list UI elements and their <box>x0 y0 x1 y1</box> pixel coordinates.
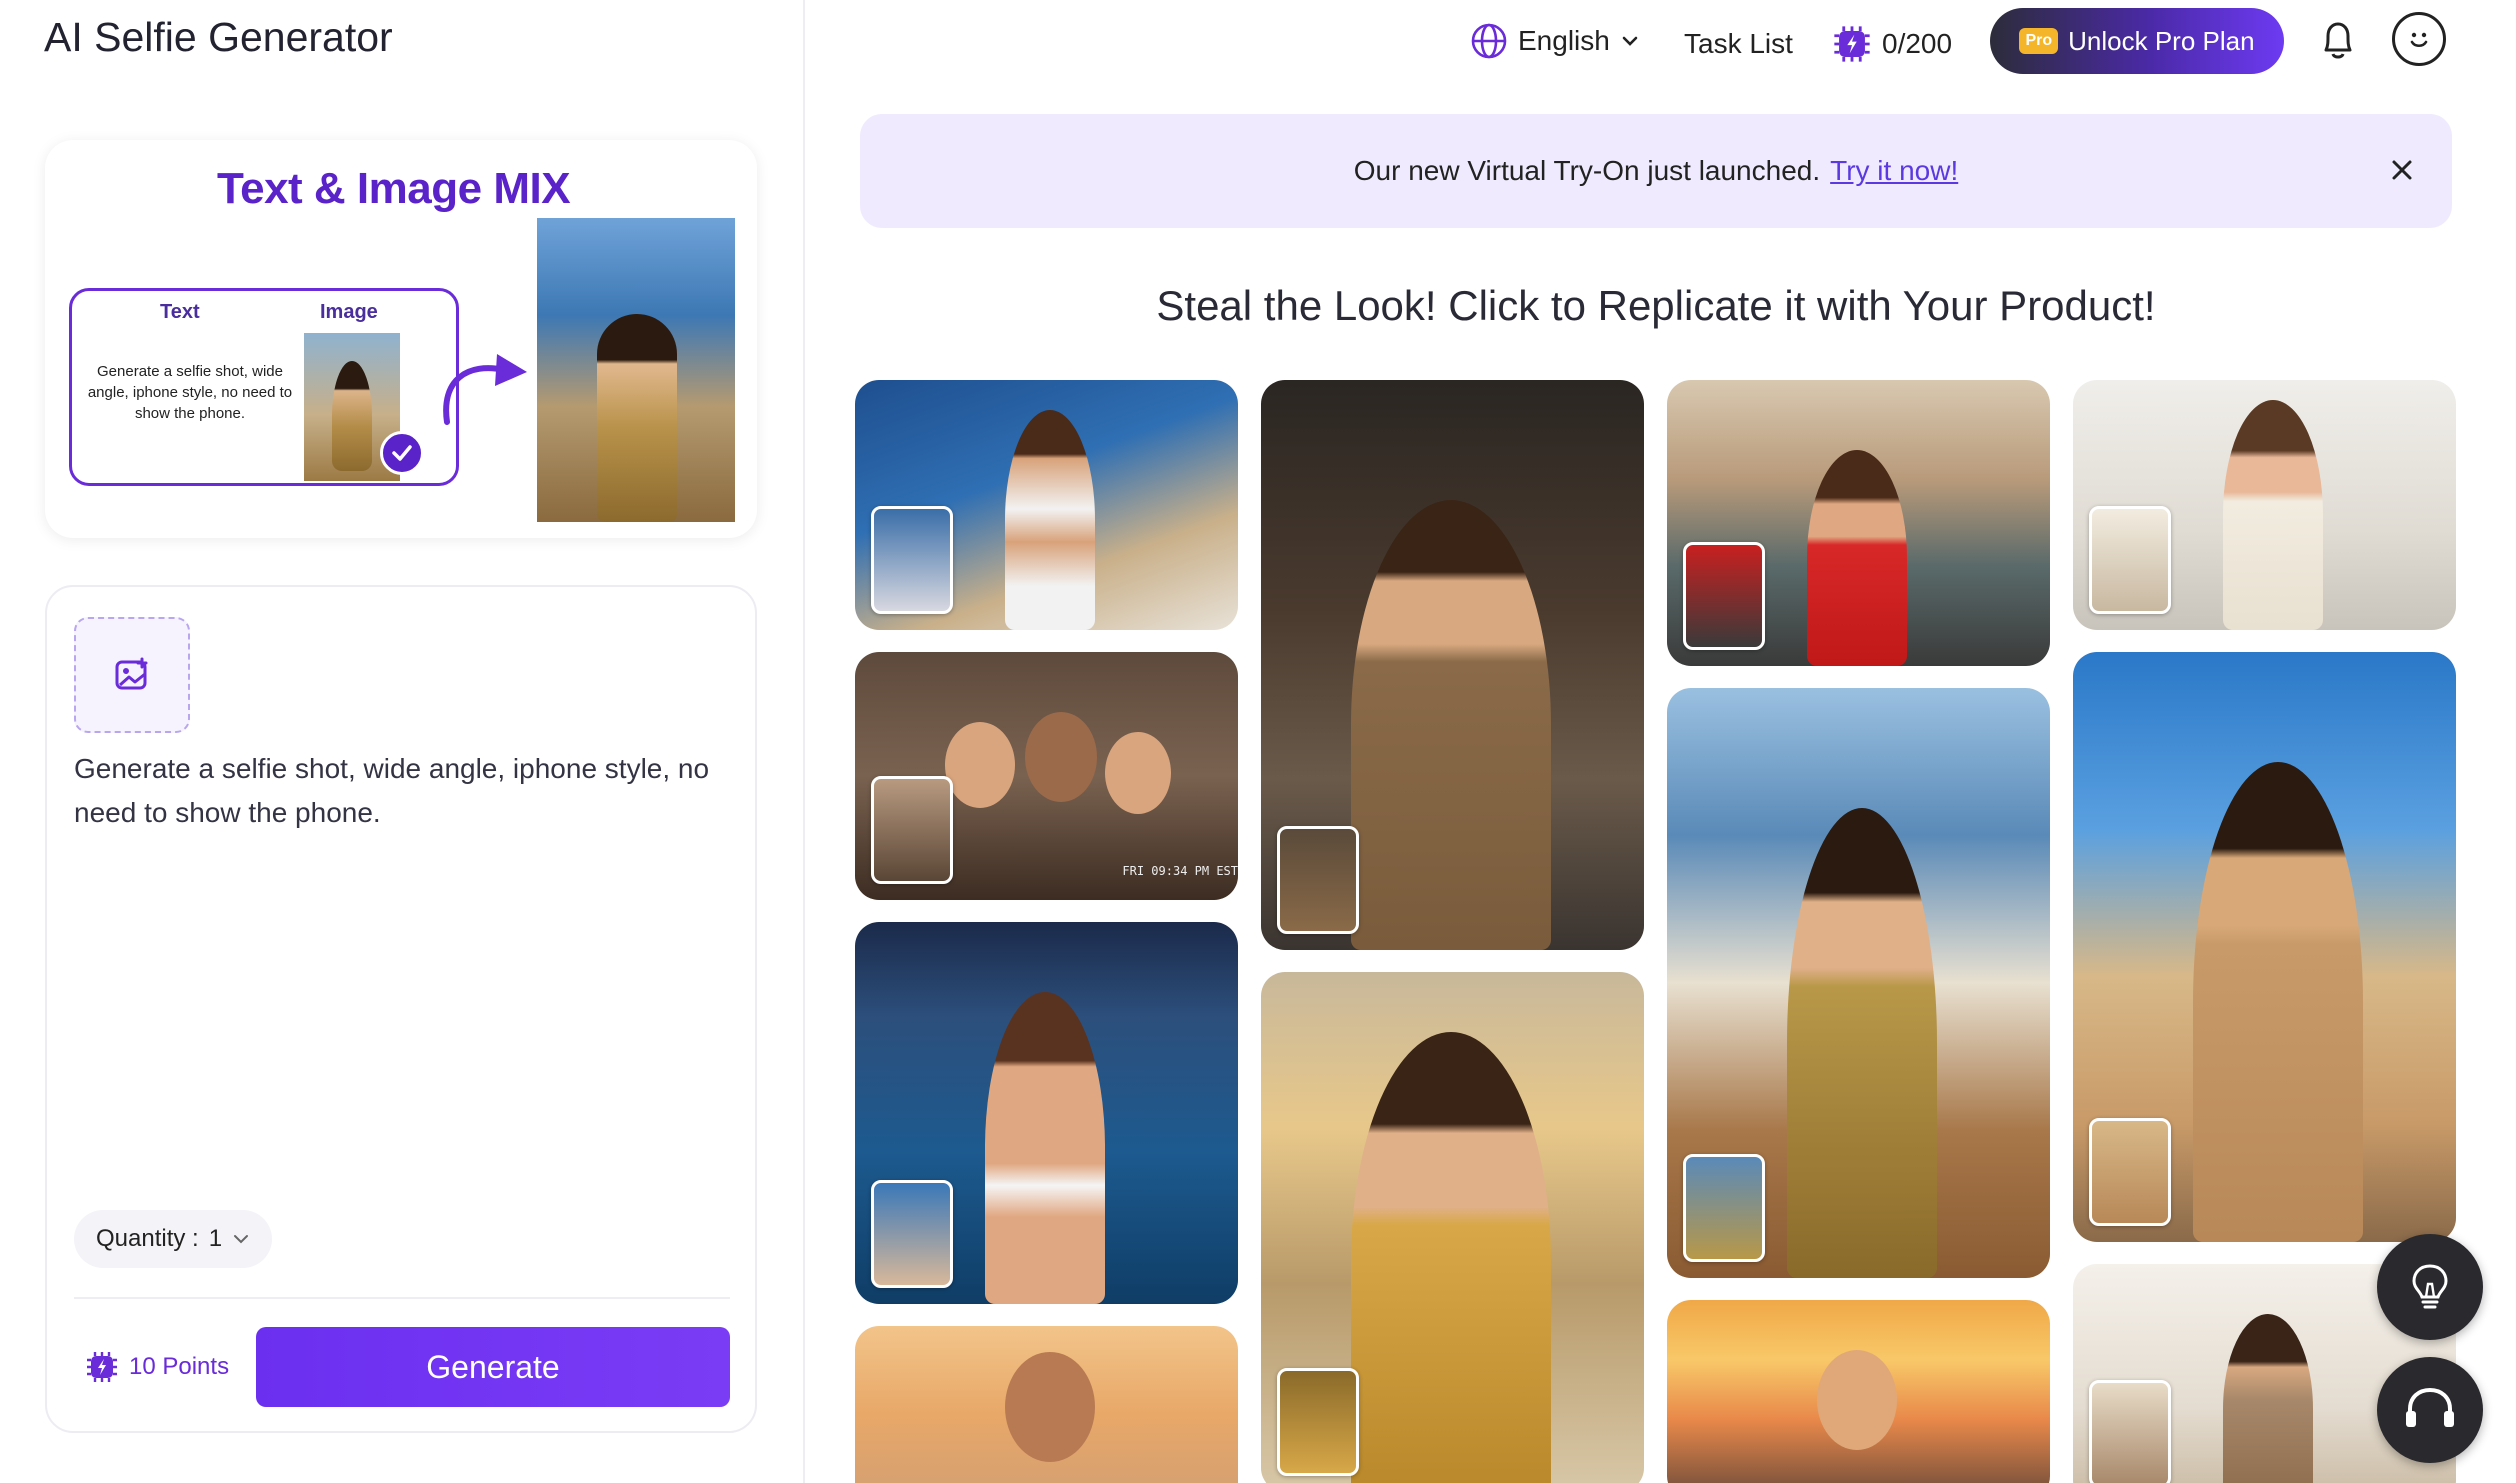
credits-value: 0/200 <box>1882 28 1953 59</box>
gallery-item[interactable] <box>2073 652 2456 1242</box>
lightbulb-icon <box>2412 1264 2448 1309</box>
product-thumbnail <box>871 506 953 614</box>
user-avatar[interactable] <box>2392 12 2446 66</box>
image-upload-icon <box>115 657 148 690</box>
credit-chip-icon <box>1834 26 1870 62</box>
mix-text-header: Text <box>160 301 200 323</box>
banner-link[interactable]: Try it now! <box>1830 155 1958 187</box>
smiley-icon <box>2410 32 2428 48</box>
product-thumbnail <box>1277 1368 1359 1476</box>
photo-timestamp: FRI 09:34 PM EST <box>1122 864 1238 878</box>
product-thumbnail <box>1683 1154 1765 1262</box>
gallery-item[interactable] <box>1261 972 1644 1483</box>
text-image-mix-card[interactable]: Text & Image MIX Text Image Generate a s… <box>45 140 757 538</box>
gallery-item[interactable] <box>855 1326 1238 1483</box>
tips-button[interactable] <box>2377 1234 2483 1340</box>
prompt-textarea[interactable]: Generate a selfie shot, wide angle, ipho… <box>74 747 734 835</box>
chevron-down-icon <box>234 1235 249 1244</box>
product-thumbnail <box>2089 506 2171 614</box>
product-thumbnail <box>2089 1380 2171 1483</box>
product-thumbnail <box>871 776 953 884</box>
gallery-title: Steal the Look! Click to Replicate it wi… <box>1156 282 2156 329</box>
unlock-pro-button[interactable]: Pro Unlock Pro Plan <box>1990 8 2284 74</box>
mix-result-image <box>537 218 735 522</box>
app-title: AI Selfie Generator <box>44 14 393 60</box>
points-label: 10 Points <box>129 1353 230 1380</box>
chevron-down-icon <box>1622 36 1638 46</box>
announcement-banner: Our new Virtual Try-On just launched. Tr… <box>860 114 2452 228</box>
product-thumbnail <box>1277 826 1359 934</box>
globe-icon <box>1471 23 1507 59</box>
prompt-card: Generate a selfie shot, wide angle, ipho… <box>45 585 757 1433</box>
credit-chip-icon <box>87 1352 117 1382</box>
image-upload-button[interactable] <box>74 617 190 733</box>
product-thumbnail <box>2089 1118 2171 1226</box>
gallery-item[interactable] <box>1667 1300 2050 1483</box>
mix-card-title: Text & Image MIX <box>217 164 571 213</box>
close-icon[interactable] <box>2384 152 2420 188</box>
points-cost: 10 Points <box>85 1350 229 1384</box>
quantity-label: Quantity : <box>96 1225 199 1252</box>
inspiration-gallery: FRI 09:34 PM EST <box>855 380 2460 1483</box>
divider <box>74 1297 730 1299</box>
task-list-link[interactable]: Task List <box>1684 28 1793 60</box>
product-thumbnail <box>1683 542 1765 650</box>
gallery-item[interactable] <box>1667 380 2050 666</box>
mix-example-box: Text Image Generate a selfie shot, wide … <box>69 288 459 486</box>
gallery-item[interactable] <box>1261 380 1644 950</box>
bell-icon[interactable] <box>2318 18 2358 62</box>
generate-button[interactable]: Generate <box>256 1327 730 1407</box>
support-button[interactable] <box>2377 1357 2483 1463</box>
credits-counter[interactable]: 0/200 <box>1832 24 1952 64</box>
gallery-item[interactable] <box>2073 380 2456 630</box>
gallery-item[interactable]: FRI 09:34 PM EST <box>855 652 1238 900</box>
gallery-item[interactable] <box>855 922 1238 1304</box>
unlock-pro-label: Unlock Pro Plan <box>2068 25 2255 56</box>
quantity-value: 1 <box>208 1225 223 1252</box>
headset-icon <box>2406 1387 2454 1427</box>
mix-example-description: Generate a selfie shot, wide angle, ipho… <box>87 363 293 422</box>
gallery-item[interactable] <box>855 380 1238 630</box>
banner-text: Our new Virtual Try-On just launched. <box>1353 155 1821 186</box>
mix-image-header: Image <box>320 301 378 323</box>
curved-arrow-icon <box>443 354 527 425</box>
gallery-item[interactable] <box>1667 688 2050 1278</box>
language-selector[interactable]: English <box>1470 22 1640 60</box>
left-panel: AI Selfie Generator Text & Image MIX Tex… <box>0 0 805 1483</box>
check-icon <box>380 431 424 475</box>
product-thumbnail <box>871 1180 953 1288</box>
quantity-select[interactable]: Quantity : 1 <box>74 1210 273 1268</box>
language-label: English <box>1518 25 1610 56</box>
pro-badge: Pro <box>2019 28 2059 54</box>
